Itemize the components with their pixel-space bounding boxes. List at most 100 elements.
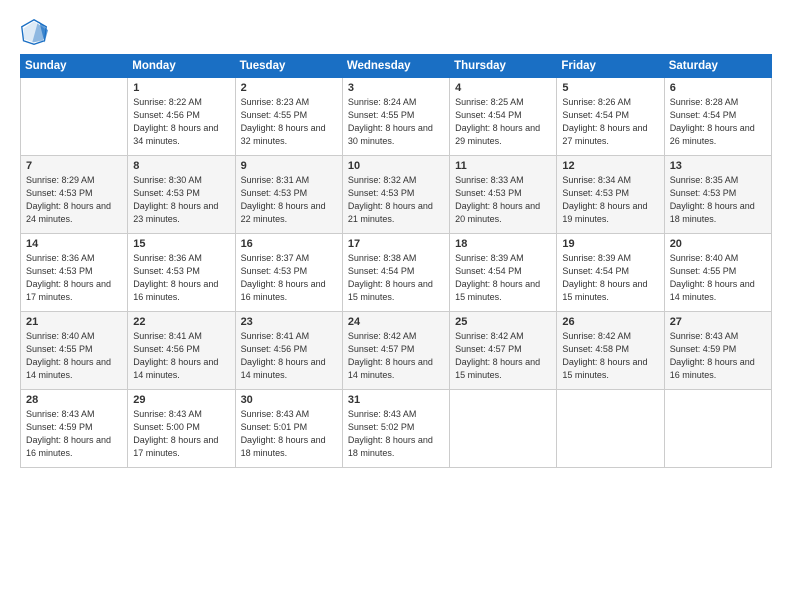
calendar-cell: 1 Sunrise: 8:22 AM Sunset: 4:56 PM Daylig… — [128, 78, 235, 156]
calendar-cell: 31 Sunrise: 8:43 AM Sunset: 5:02 PM Dayli… — [342, 390, 449, 468]
calendar-cell: 24 Sunrise: 8:42 AM Sunset: 4:57 PM Dayli… — [342, 312, 449, 390]
calendar-cell: 25 Sunrise: 8:42 AM Sunset: 4:57 PM Dayli… — [450, 312, 557, 390]
day-info: Sunrise: 8:43 AM Sunset: 5:00 PM Dayligh… — [133, 408, 229, 460]
calendar-col-tuesday: Tuesday — [235, 55, 342, 78]
calendar-cell: 19 Sunrise: 8:39 AM Sunset: 4:54 PM Dayli… — [557, 234, 664, 312]
calendar-cell: 12 Sunrise: 8:34 AM Sunset: 4:53 PM Dayli… — [557, 156, 664, 234]
calendar-col-sunday: Sunday — [21, 55, 128, 78]
calendar-cell: 30 Sunrise: 8:43 AM Sunset: 5:01 PM Dayli… — [235, 390, 342, 468]
day-number: 16 — [241, 238, 337, 250]
day-info: Sunrise: 8:39 AM Sunset: 4:54 PM Dayligh… — [562, 252, 658, 304]
calendar-week-2: 7 Sunrise: 8:29 AM Sunset: 4:53 PM Daylig… — [21, 156, 772, 234]
day-info: Sunrise: 8:36 AM Sunset: 4:53 PM Dayligh… — [26, 252, 122, 304]
day-number: 27 — [670, 316, 766, 328]
day-number: 8 — [133, 160, 229, 172]
day-info: Sunrise: 8:34 AM Sunset: 4:53 PM Dayligh… — [562, 174, 658, 226]
day-number: 28 — [26, 394, 122, 406]
day-info: Sunrise: 8:41 AM Sunset: 4:56 PM Dayligh… — [241, 330, 337, 382]
calendar-col-wednesday: Wednesday — [342, 55, 449, 78]
day-info: Sunrise: 8:28 AM Sunset: 4:54 PM Dayligh… — [670, 96, 766, 148]
day-number: 5 — [562, 82, 658, 94]
day-info: Sunrise: 8:30 AM Sunset: 4:53 PM Dayligh… — [133, 174, 229, 226]
day-info: Sunrise: 8:39 AM Sunset: 4:54 PM Dayligh… — [455, 252, 551, 304]
day-number: 30 — [241, 394, 337, 406]
calendar-cell: 6 Sunrise: 8:28 AM Sunset: 4:54 PM Daylig… — [664, 78, 771, 156]
calendar-col-monday: Monday — [128, 55, 235, 78]
day-number: 15 — [133, 238, 229, 250]
calendar-cell: 23 Sunrise: 8:41 AM Sunset: 4:56 PM Dayli… — [235, 312, 342, 390]
day-info: Sunrise: 8:33 AM Sunset: 4:53 PM Dayligh… — [455, 174, 551, 226]
day-number: 9 — [241, 160, 337, 172]
day-number: 7 — [26, 160, 122, 172]
day-info: Sunrise: 8:29 AM Sunset: 4:53 PM Dayligh… — [26, 174, 122, 226]
day-number: 11 — [455, 160, 551, 172]
calendar-cell: 13 Sunrise: 8:35 AM Sunset: 4:53 PM Dayli… — [664, 156, 771, 234]
day-number: 23 — [241, 316, 337, 328]
day-info: Sunrise: 8:40 AM Sunset: 4:55 PM Dayligh… — [670, 252, 766, 304]
calendar-cell: 7 Sunrise: 8:29 AM Sunset: 4:53 PM Daylig… — [21, 156, 128, 234]
day-number: 25 — [455, 316, 551, 328]
calendar-cell — [450, 390, 557, 468]
day-number: 21 — [26, 316, 122, 328]
day-info: Sunrise: 8:35 AM Sunset: 4:53 PM Dayligh… — [670, 174, 766, 226]
day-number: 10 — [348, 160, 444, 172]
calendar-cell: 21 Sunrise: 8:40 AM Sunset: 4:55 PM Dayli… — [21, 312, 128, 390]
day-number: 19 — [562, 238, 658, 250]
day-info: Sunrise: 8:38 AM Sunset: 4:54 PM Dayligh… — [348, 252, 444, 304]
calendar-cell: 3 Sunrise: 8:24 AM Sunset: 4:55 PM Daylig… — [342, 78, 449, 156]
calendar-table: SundayMondayTuesdayWednesdayThursdayFrid… — [20, 54, 772, 468]
day-number: 2 — [241, 82, 337, 94]
day-info: Sunrise: 8:41 AM Sunset: 4:56 PM Dayligh… — [133, 330, 229, 382]
day-number: 20 — [670, 238, 766, 250]
day-info: Sunrise: 8:42 AM Sunset: 4:57 PM Dayligh… — [348, 330, 444, 382]
day-number: 3 — [348, 82, 444, 94]
day-number: 13 — [670, 160, 766, 172]
header — [20, 18, 772, 46]
day-number: 17 — [348, 238, 444, 250]
calendar-cell: 29 Sunrise: 8:43 AM Sunset: 5:00 PM Dayli… — [128, 390, 235, 468]
day-number: 26 — [562, 316, 658, 328]
day-number: 1 — [133, 82, 229, 94]
day-info: Sunrise: 8:37 AM Sunset: 4:53 PM Dayligh… — [241, 252, 337, 304]
day-info: Sunrise: 8:31 AM Sunset: 4:53 PM Dayligh… — [241, 174, 337, 226]
calendar-cell — [21, 78, 128, 156]
calendar-cell: 27 Sunrise: 8:43 AM Sunset: 4:59 PM Dayli… — [664, 312, 771, 390]
day-number: 12 — [562, 160, 658, 172]
calendar-cell — [557, 390, 664, 468]
day-info: Sunrise: 8:36 AM Sunset: 4:53 PM Dayligh… — [133, 252, 229, 304]
day-info: Sunrise: 8:25 AM Sunset: 4:54 PM Dayligh… — [455, 96, 551, 148]
calendar-cell: 9 Sunrise: 8:31 AM Sunset: 4:53 PM Daylig… — [235, 156, 342, 234]
calendar-cell: 10 Sunrise: 8:32 AM Sunset: 4:53 PM Dayli… — [342, 156, 449, 234]
day-info: Sunrise: 8:40 AM Sunset: 4:55 PM Dayligh… — [26, 330, 122, 382]
day-info: Sunrise: 8:26 AM Sunset: 4:54 PM Dayligh… — [562, 96, 658, 148]
day-info: Sunrise: 8:43 AM Sunset: 4:59 PM Dayligh… — [670, 330, 766, 382]
calendar-cell: 26 Sunrise: 8:42 AM Sunset: 4:58 PM Dayli… — [557, 312, 664, 390]
logo — [20, 18, 52, 46]
day-number: 6 — [670, 82, 766, 94]
calendar-week-1: 1 Sunrise: 8:22 AM Sunset: 4:56 PM Daylig… — [21, 78, 772, 156]
day-info: Sunrise: 8:42 AM Sunset: 4:58 PM Dayligh… — [562, 330, 658, 382]
day-info: Sunrise: 8:22 AM Sunset: 4:56 PM Dayligh… — [133, 96, 229, 148]
calendar-cell: 20 Sunrise: 8:40 AM Sunset: 4:55 PM Dayli… — [664, 234, 771, 312]
calendar-cell: 22 Sunrise: 8:41 AM Sunset: 4:56 PM Dayli… — [128, 312, 235, 390]
day-info: Sunrise: 8:23 AM Sunset: 4:55 PM Dayligh… — [241, 96, 337, 148]
calendar-col-saturday: Saturday — [664, 55, 771, 78]
day-info: Sunrise: 8:24 AM Sunset: 4:55 PM Dayligh… — [348, 96, 444, 148]
page: SundayMondayTuesdayWednesdayThursdayFrid… — [0, 0, 792, 612]
calendar-cell: 16 Sunrise: 8:37 AM Sunset: 4:53 PM Dayli… — [235, 234, 342, 312]
day-info: Sunrise: 8:43 AM Sunset: 5:01 PM Dayligh… — [241, 408, 337, 460]
day-info: Sunrise: 8:43 AM Sunset: 5:02 PM Dayligh… — [348, 408, 444, 460]
day-info: Sunrise: 8:42 AM Sunset: 4:57 PM Dayligh… — [455, 330, 551, 382]
day-number: 24 — [348, 316, 444, 328]
calendar-cell: 4Sunrise: 8:25 AM Sunset: 4:54 PM Daylig… — [450, 78, 557, 156]
logo-icon — [20, 18, 48, 46]
day-number: 29 — [133, 394, 229, 406]
calendar-cell: 11 Sunrise: 8:33 AM Sunset: 4:53 PM Dayli… — [450, 156, 557, 234]
calendar-cell: 15 Sunrise: 8:36 AM Sunset: 4:53 PM Dayli… — [128, 234, 235, 312]
calendar-cell: 14Sunrise: 8:36 AM Sunset: 4:53 PM Dayli… — [21, 234, 128, 312]
day-info: Sunrise: 8:32 AM Sunset: 4:53 PM Dayligh… — [348, 174, 444, 226]
calendar-week-4: 21 Sunrise: 8:40 AM Sunset: 4:55 PM Dayli… — [21, 312, 772, 390]
day-number: 31 — [348, 394, 444, 406]
day-number: 22 — [133, 316, 229, 328]
calendar-cell: 18Sunrise: 8:39 AM Sunset: 4:54 PM Dayli… — [450, 234, 557, 312]
